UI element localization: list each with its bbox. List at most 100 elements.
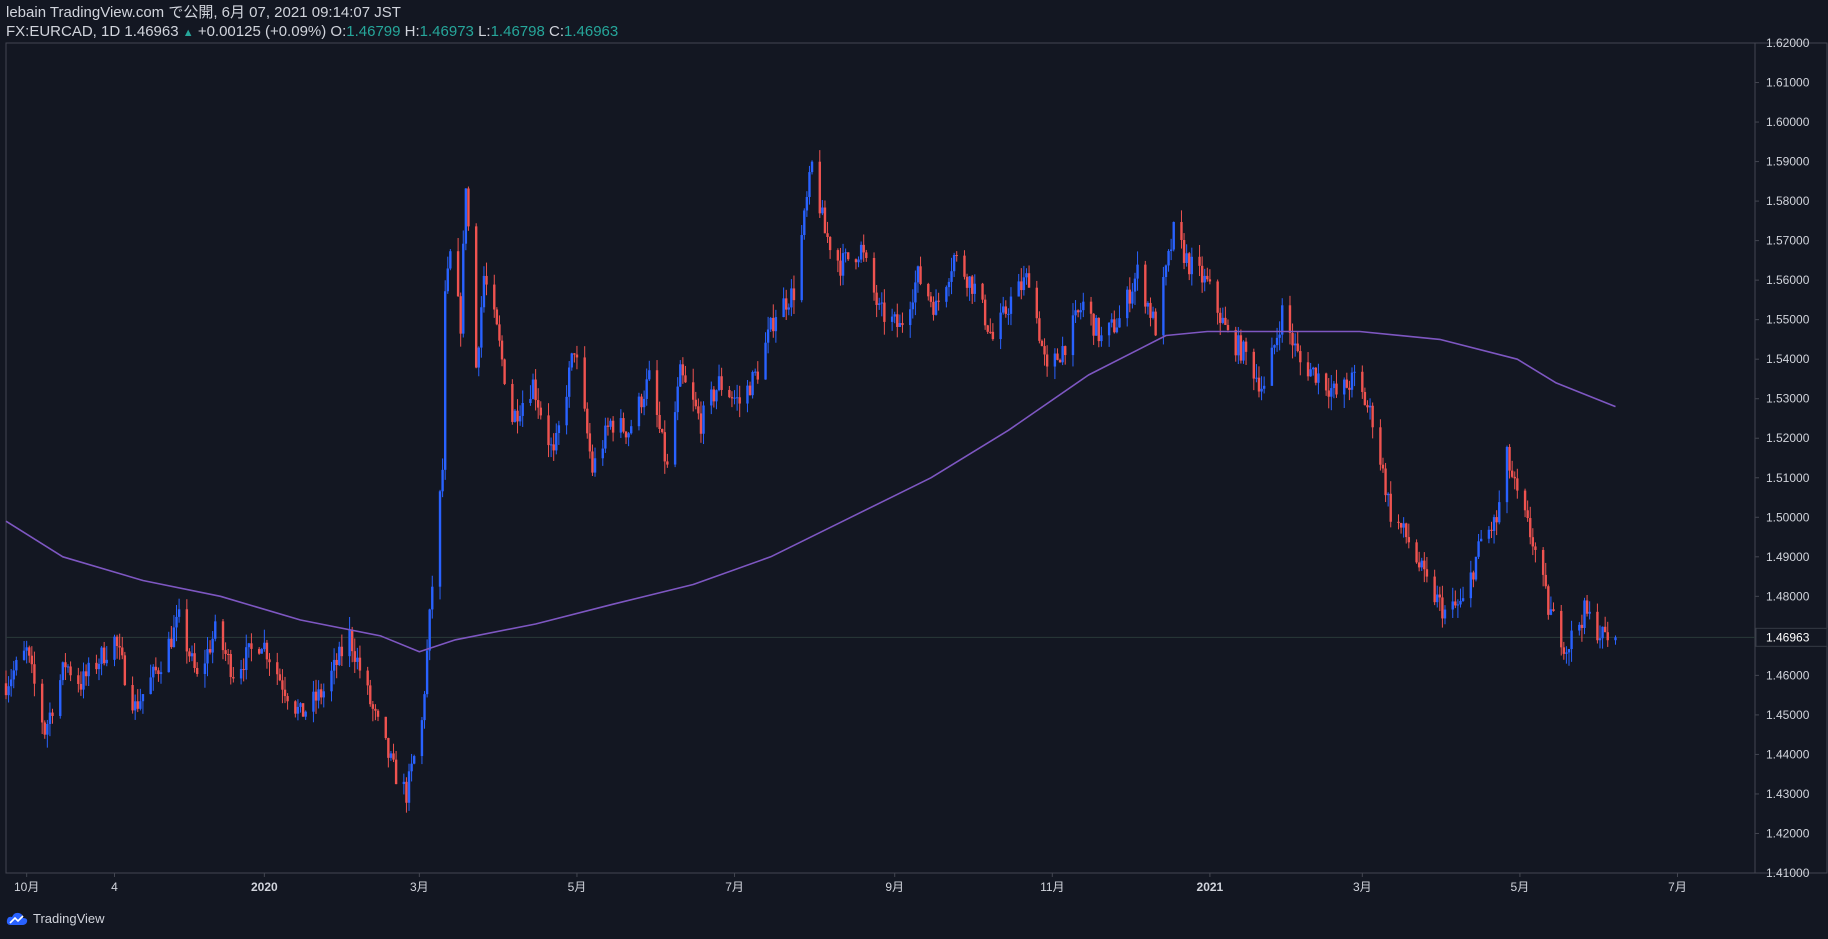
candle-body xyxy=(785,298,788,310)
candle-body xyxy=(648,370,651,380)
candle-body xyxy=(384,716,387,739)
candle-body xyxy=(699,413,703,434)
y-tick-label: 1.55000 xyxy=(1766,313,1810,327)
candle-body xyxy=(102,647,106,664)
candle-body xyxy=(1399,522,1403,528)
candle-body xyxy=(33,664,36,684)
candle-body xyxy=(28,647,31,656)
candle-body xyxy=(1162,277,1165,336)
candle-body xyxy=(170,638,173,648)
candle-body xyxy=(642,398,646,408)
candle-body xyxy=(1603,626,1607,633)
candle-body xyxy=(1180,222,1183,240)
candle-body xyxy=(1281,305,1284,335)
candle-body xyxy=(1513,476,1516,479)
candle-body xyxy=(1397,521,1400,523)
candle-body xyxy=(195,667,199,674)
candle-body xyxy=(1071,315,1075,356)
candle-body xyxy=(221,621,225,651)
candle-body xyxy=(177,609,181,617)
x-tick-label: 11月 xyxy=(1040,880,1064,894)
candle-body xyxy=(676,386,679,413)
candle-body xyxy=(193,653,196,668)
candle-body xyxy=(1226,324,1230,330)
y-tick-label: 1.61000 xyxy=(1766,76,1810,90)
candle-body xyxy=(588,433,592,452)
candle-body xyxy=(276,662,279,675)
candle-body xyxy=(836,250,840,261)
candle-body xyxy=(1291,332,1294,346)
candle-body xyxy=(1126,289,1129,319)
candle-body xyxy=(549,444,553,446)
publish-info: lebain TradingView.com で公開, 6月 07, 2021 … xyxy=(6,4,401,21)
candle-body xyxy=(428,609,431,651)
candle-body xyxy=(655,370,659,415)
candle-body xyxy=(1100,335,1103,342)
candle-body xyxy=(1381,464,1385,469)
candle-body xyxy=(1438,594,1442,598)
candle-body xyxy=(464,188,468,244)
candle-body xyxy=(637,396,641,427)
candle-body xyxy=(1368,405,1372,408)
candle-body xyxy=(1479,538,1483,542)
candle-body xyxy=(1469,572,1473,599)
candle-body xyxy=(1061,346,1064,363)
time-axis[interactable]: 10月 4 2020 3月 5月 7月 9月 11月 2021 3月 5月 7月 xyxy=(14,873,1687,894)
candle-body xyxy=(392,753,395,760)
candle-body xyxy=(567,367,571,397)
candle-body xyxy=(301,703,305,717)
candle-body xyxy=(1350,372,1354,390)
candle-body xyxy=(1299,351,1302,363)
candle-body xyxy=(1544,574,1547,587)
open-label: O: xyxy=(330,23,347,40)
candle-body xyxy=(857,259,860,263)
candle-body xyxy=(738,397,741,404)
candle-body xyxy=(247,643,251,648)
candle-body xyxy=(593,458,597,473)
candle-body xyxy=(901,323,904,326)
candle-body xyxy=(229,654,232,678)
candle-body xyxy=(1580,624,1584,628)
candle-body xyxy=(808,172,811,197)
candle-body xyxy=(1565,652,1568,654)
candle-body xyxy=(319,689,323,698)
candle-body xyxy=(131,685,134,711)
candle-body xyxy=(518,415,522,422)
candle-body xyxy=(1402,523,1405,528)
candle-body xyxy=(1552,609,1555,611)
cloud-logo-icon xyxy=(6,912,28,925)
candle-body xyxy=(330,670,333,692)
price-axis[interactable]: 1.62000 1.61000 1.60000 1.59000 1.58000 1.570… xyxy=(1755,36,1828,880)
candle-body xyxy=(157,670,160,675)
candle-body xyxy=(1045,354,1049,367)
candle-body xyxy=(735,397,739,399)
candle-body xyxy=(340,646,344,657)
candle-body xyxy=(950,271,953,282)
candle-body xyxy=(782,298,785,318)
candle-body xyxy=(1242,341,1245,361)
candle-body xyxy=(1035,287,1038,319)
candle-body xyxy=(1234,329,1237,356)
low-value: 1.46798 xyxy=(490,23,545,40)
candle-body xyxy=(570,353,573,368)
candle-body xyxy=(606,425,610,427)
candle-body xyxy=(663,432,666,462)
candle-body xyxy=(1146,302,1150,307)
candle-body xyxy=(800,234,803,301)
candle-body xyxy=(627,433,630,438)
candle-body xyxy=(883,302,886,322)
tradingview-logo[interactable]: TradingView xyxy=(6,911,105,926)
symbol-label[interactable]: FX:EURCAD, 1D 1.46963 xyxy=(6,23,179,40)
candle-body xyxy=(1505,446,1509,503)
candle-body xyxy=(859,244,863,260)
candle-body xyxy=(1097,317,1101,342)
candle-body xyxy=(1324,373,1328,391)
candle-body xyxy=(1490,529,1493,531)
candle-body xyxy=(1614,637,1617,641)
candlestick-series xyxy=(4,150,1617,813)
candle-body xyxy=(1541,549,1545,575)
price-chart[interactable]: 1.62000 1.61000 1.60000 1.59000 1.58000 1.570… xyxy=(0,0,1828,939)
candle-body xyxy=(1082,301,1085,311)
candle-body xyxy=(645,379,648,399)
candle-body xyxy=(159,672,163,675)
